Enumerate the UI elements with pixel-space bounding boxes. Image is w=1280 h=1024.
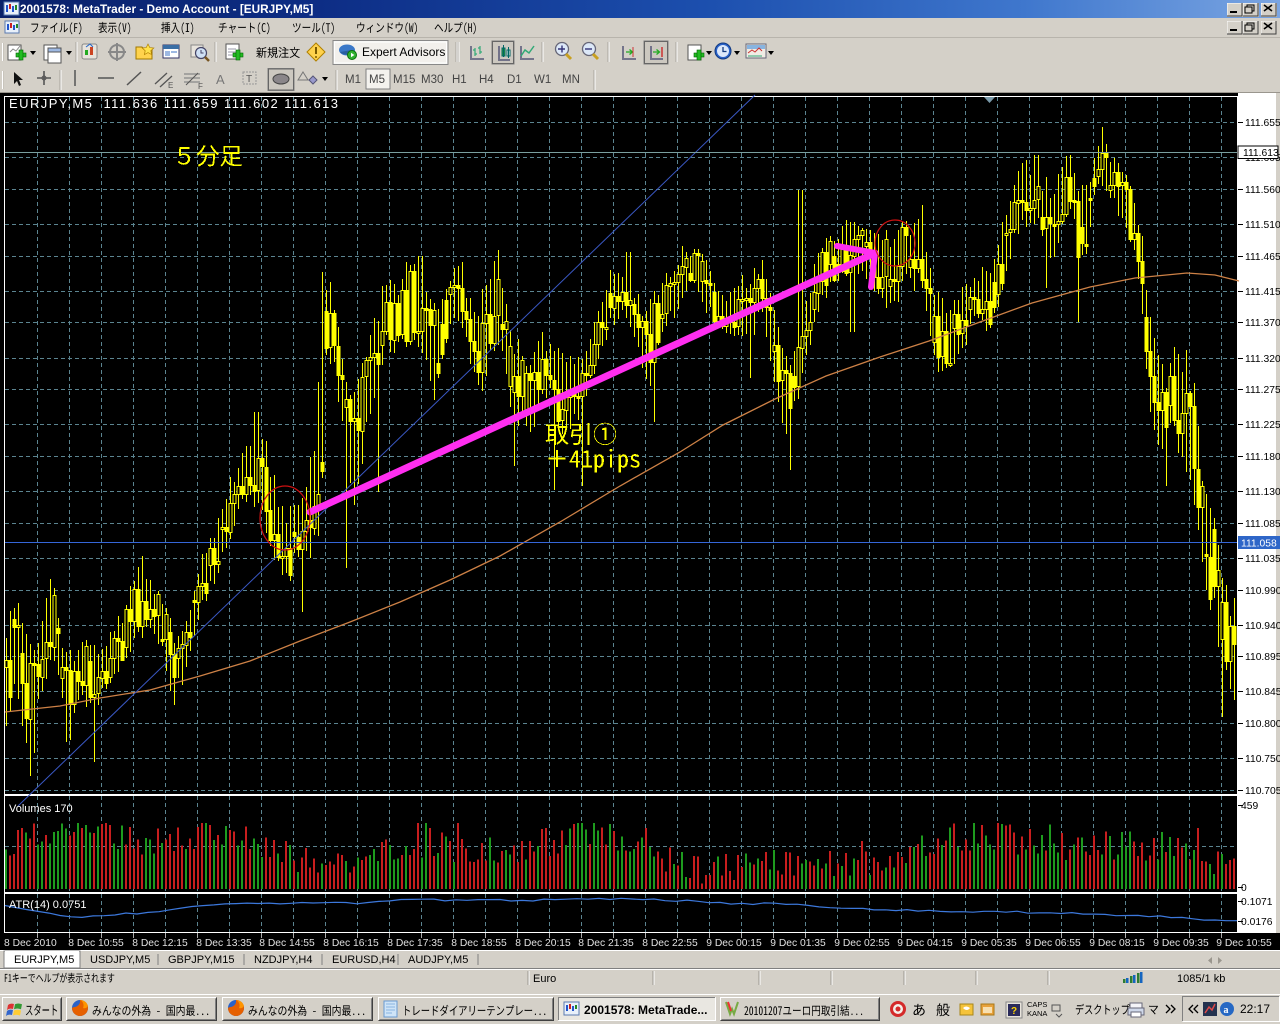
svg-text:2001578: MetaTrade...: 2001578: MetaTrade... bbox=[584, 1003, 707, 1017]
svg-text:111.320: 111.320 bbox=[1245, 354, 1280, 365]
svg-text:8 Dec 14:55: 8 Dec 14:55 bbox=[259, 938, 315, 949]
svg-text:8 Dec 17:35: 8 Dec 17:35 bbox=[387, 938, 443, 949]
svg-text:CAPS: CAPS bbox=[1027, 1000, 1047, 1009]
svg-text:111.510: 111.510 bbox=[1245, 220, 1280, 231]
svg-text:AUDJPY,M5: AUDJPY,M5 bbox=[408, 954, 468, 966]
svg-text:8 Dec 13:35: 8 Dec 13:35 bbox=[196, 938, 252, 949]
svg-text:9 Dec 06:55: 9 Dec 06:55 bbox=[1025, 938, 1081, 949]
svg-text:KANA: KANA bbox=[1027, 1009, 1047, 1018]
svg-text:111.130: 111.130 bbox=[1245, 487, 1280, 498]
svg-text:0.0176: 0.0176 bbox=[1241, 917, 1273, 928]
svg-text:111.560: 111.560 bbox=[1245, 185, 1280, 196]
svg-text:USDJPY,M5: USDJPY,M5 bbox=[90, 954, 150, 966]
svg-text:0: 0 bbox=[1241, 883, 1247, 894]
svg-text:8 Dec 16:15: 8 Dec 16:15 bbox=[323, 938, 379, 949]
svg-text:111.058: 111.058 bbox=[1241, 539, 1277, 550]
svg-text:110.705: 110.705 bbox=[1245, 786, 1280, 797]
svg-text:8 Dec 10:55: 8 Dec 10:55 bbox=[68, 938, 124, 949]
svg-text:110.845: 110.845 bbox=[1245, 687, 1280, 698]
svg-text:EURJPY,M5: EURJPY,M5 bbox=[14, 954, 74, 966]
svg-text:110.940: 110.940 bbox=[1245, 621, 1280, 632]
svg-text:111.655: 111.655 bbox=[1245, 118, 1280, 129]
svg-text:111.035: 111.035 bbox=[1245, 554, 1280, 565]
svg-text:111.225: 111.225 bbox=[1245, 420, 1280, 431]
svg-text:8 Dec 21:35: 8 Dec 21:35 bbox=[578, 938, 634, 949]
svg-text:111.415: 111.415 bbox=[1245, 287, 1280, 298]
svg-text:Volumes 170: Volumes 170 bbox=[9, 803, 73, 815]
svg-text:8 Dec 18:55: 8 Dec 18:55 bbox=[451, 938, 507, 949]
svg-text:9 Dec 10:55: 9 Dec 10:55 bbox=[1216, 938, 1272, 949]
svg-text:9 Dec 02:55: 9 Dec 02:55 bbox=[834, 938, 890, 949]
svg-text:8 Dec 20:15: 8 Dec 20:15 bbox=[515, 938, 571, 949]
svg-text:111.613: 111.613 bbox=[1243, 148, 1279, 159]
svg-text:ATR(14) 0.0751: ATR(14) 0.0751 bbox=[9, 899, 86, 911]
svg-text:9 Dec 08:15: 9 Dec 08:15 bbox=[1089, 938, 1145, 949]
svg-text:9 Dec 00:15: 9 Dec 00:15 bbox=[706, 938, 762, 949]
svg-text:111.085: 111.085 bbox=[1245, 519, 1280, 530]
svg-text:459: 459 bbox=[1241, 801, 1258, 812]
svg-text:1085/1 kb: 1085/1 kb bbox=[1177, 973, 1225, 985]
svg-text:EURJPY,M5 111.636 111.659 111: EURJPY,M5 111.636 111.659 111.602 111.61… bbox=[9, 96, 340, 111]
svg-text:Euro: Euro bbox=[533, 973, 556, 985]
svg-text:111.370: 111.370 bbox=[1245, 318, 1280, 329]
svg-text:9 Dec 01:35: 9 Dec 01:35 bbox=[770, 938, 826, 949]
svg-text:?: ? bbox=[1011, 1006, 1017, 1017]
svg-text:110.990: 110.990 bbox=[1245, 586, 1280, 597]
svg-text:9 Dec 09:35: 9 Dec 09:35 bbox=[1153, 938, 1209, 949]
svg-text:110.750: 110.750 bbox=[1245, 754, 1280, 765]
svg-text:8 Dec 22:55: 8 Dec 22:55 bbox=[642, 938, 698, 949]
svg-text:110.895: 110.895 bbox=[1245, 652, 1280, 663]
svg-text:a: a bbox=[1224, 1005, 1229, 1016]
svg-text:8 Dec 12:15: 8 Dec 12:15 bbox=[132, 938, 188, 949]
svg-text:111.180: 111.180 bbox=[1245, 452, 1280, 463]
svg-text:EURUSD,H4: EURUSD,H4 bbox=[332, 954, 396, 966]
svg-text:9 Dec 05:35: 9 Dec 05:35 bbox=[961, 938, 1017, 949]
svg-text:GBPJPY,M15: GBPJPY,M15 bbox=[168, 954, 234, 966]
svg-text:22:17: 22:17 bbox=[1240, 1002, 1270, 1016]
svg-text:8 Dec 2010: 8 Dec 2010 bbox=[4, 938, 57, 949]
svg-text:110.800: 110.800 bbox=[1245, 719, 1280, 730]
svg-text:111.465: 111.465 bbox=[1245, 252, 1280, 263]
svg-text:NZDJPY,H4: NZDJPY,H4 bbox=[254, 954, 312, 966]
svg-text:0.1071: 0.1071 bbox=[1241, 897, 1273, 908]
svg-text:111.275: 111.275 bbox=[1245, 385, 1280, 396]
svg-text:9 Dec 04:15: 9 Dec 04:15 bbox=[897, 938, 953, 949]
